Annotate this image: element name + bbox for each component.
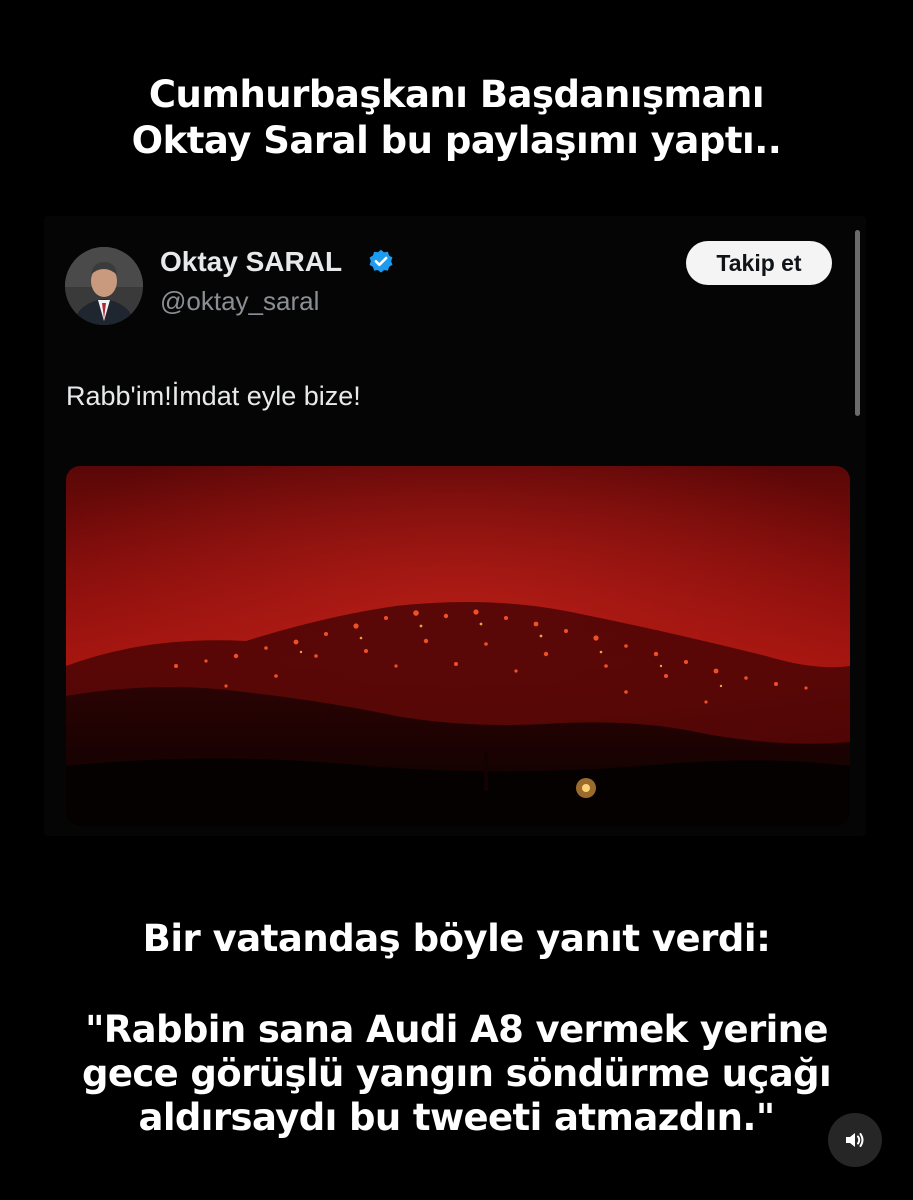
subhead: Bir vatandaş böyle yanıt verdi: <box>142 917 771 960</box>
author-name[interactable]: Oktay SARAL <box>160 244 342 280</box>
tweet-media-wildfire-image[interactable] <box>66 466 850 826</box>
verified-badge-icon <box>369 249 393 273</box>
headline: Cumhurbaşkanı Başdanışmanı Oktay Saral b… <box>0 72 913 164</box>
quote-line-2: gece görüşlü yangın söndürme uçağı <box>81 1052 832 1095</box>
quote-line-3: aldırsaydı bu tweeti atmazdın." <box>138 1096 775 1139</box>
tweet-text: Rabb'im!İmdat eyle bize! <box>66 381 361 411</box>
headline-line-1: Cumhurbaşkanı Başdanışmanı <box>148 73 765 116</box>
reply-quote: "Rabbin sana Audi A8 vermek yerine gece … <box>0 1008 913 1140</box>
follow-button[interactable]: Takip et <box>686 241 832 285</box>
quote-line-1: "Rabbin sana Audi A8 vermek yerine <box>85 1008 828 1051</box>
speaker-icon <box>846 1133 864 1147</box>
scrollbar[interactable] <box>855 230 860 416</box>
author-handle[interactable]: @oktay_saral <box>160 284 319 318</box>
headline-line-2: Oktay Saral bu paylaşımı yaptı.. <box>131 119 782 162</box>
avatar[interactable] <box>65 247 143 325</box>
sound-button[interactable] <box>828 1113 882 1167</box>
